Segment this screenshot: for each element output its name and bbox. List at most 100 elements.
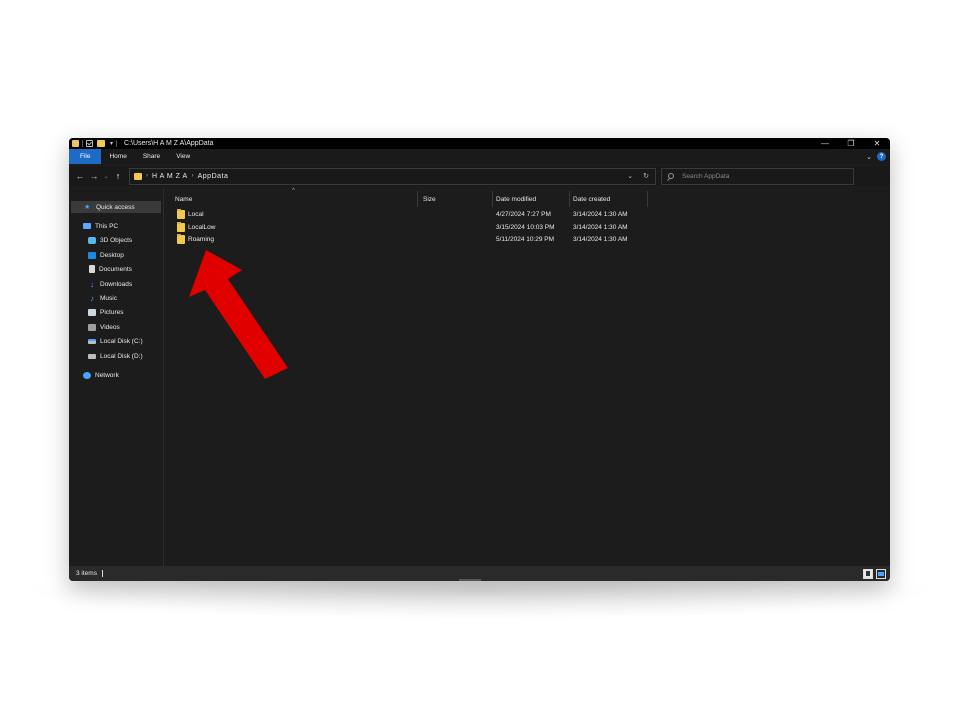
help-icon[interactable]: ?	[877, 152, 886, 161]
title-bar: ▾ C:\Users\H A M Z A\AppData — ❐ ✕	[69, 138, 890, 149]
pictures-icon	[88, 308, 96, 316]
sidebar-item-local-disk-c[interactable]: Local Disk (C:)	[88, 335, 143, 347]
sidebar-item-label: Desktop	[100, 251, 124, 259]
title-separator	[116, 140, 118, 147]
desktop-icon	[88, 251, 96, 259]
star-icon: ★	[84, 204, 91, 211]
window-controls: — ❐ ✕	[812, 138, 890, 149]
sidebar-item-label: Downloads	[100, 280, 133, 288]
row-date-created: 3/14/2024 1:30 AM	[573, 224, 628, 231]
column-divider[interactable]	[417, 191, 418, 207]
column-divider[interactable]	[647, 191, 648, 207]
sidebar-item-label: Network	[95, 371, 119, 379]
column-header-date-created[interactable]: Date created	[573, 192, 610, 206]
navigation-bar: ← → ⌄ ↑ › H A M Z A › AppData ⌄ ↻	[69, 166, 890, 186]
sidebar-item-3d-objects[interactable]: 3D Objects	[88, 234, 132, 246]
sidebar-item-documents[interactable]: Documents	[88, 263, 132, 275]
breadcrumb-hamza[interactable]: H A M Z A	[152, 173, 188, 180]
sidebar-item-label: This PC	[95, 222, 119, 230]
address-folder-icon	[134, 172, 142, 180]
row-name: Roaming	[188, 236, 215, 243]
windows-drive-icon	[88, 338, 96, 344]
view-toggle	[863, 568, 890, 579]
column-header-name[interactable]: Name	[175, 192, 192, 206]
back-button[interactable]: ←	[73, 169, 87, 183]
status-separator	[101, 570, 103, 577]
breadcrumb-separator: ›	[146, 173, 148, 179]
sidebar-item-label: Quick access	[96, 203, 135, 211]
sidebar-item-downloads[interactable]: ↓ Downloads	[88, 278, 132, 290]
item-count: 3 items	[76, 570, 97, 577]
row-date-created: 3/14/2024 1:30 AM	[573, 236, 628, 243]
sidebar-item-label: Documents	[99, 265, 132, 273]
address-history-chevron-icon[interactable]: ⌄	[627, 172, 633, 180]
sidebar-item-videos[interactable]: Videos	[88, 321, 120, 333]
table-row[interactable]: LocalLow 3/15/2024 10:03 PM 3/14/2024 1:…	[165, 222, 665, 234]
breadcrumb-appdata[interactable]: AppData	[198, 173, 229, 180]
refresh-icon[interactable]: ↻	[643, 172, 649, 180]
row-date-modified: 4/27/2024 7:27 PM	[496, 211, 551, 218]
search-icon	[668, 173, 674, 179]
minimize-button[interactable]: —	[812, 138, 838, 149]
sidebar-item-network[interactable]: Network	[83, 369, 119, 381]
sidebar-item-label: Local Disk (C:)	[100, 337, 143, 345]
large-icons-view-button[interactable]	[876, 568, 886, 579]
tab-view[interactable]: View	[168, 149, 198, 164]
sidebar-item-this-pc[interactable]: This PC	[83, 220, 118, 232]
drive-icon	[88, 353, 96, 359]
sidebar-item-quick-access[interactable]: ★ Quick access	[71, 201, 161, 213]
tab-file[interactable]: File	[69, 149, 102, 164]
properties-check-icon[interactable]	[86, 140, 93, 147]
column-divider[interactable]	[492, 191, 493, 207]
row-date-modified: 5/11/2024 10:29 PM	[496, 236, 555, 243]
resize-grip[interactable]	[459, 579, 481, 581]
explorer-app-icon	[72, 140, 79, 147]
network-icon	[83, 371, 91, 379]
address-bar[interactable]: › H A M Z A › AppData ⌄ ↻	[129, 167, 656, 185]
ribbon-right-controls: ⌄ ?	[866, 152, 890, 161]
quick-access-separator	[82, 140, 83, 147]
sidebar-item-label: Pictures	[100, 308, 124, 316]
sidebar-item-label: Local Disk (D:)	[100, 352, 143, 360]
tab-home[interactable]: Home	[101, 149, 134, 164]
forward-button[interactable]: →	[87, 169, 101, 183]
sidebar-item-label: Music	[100, 294, 117, 302]
column-divider[interactable]	[569, 191, 570, 207]
table-row[interactable]: Local 4/27/2024 7:27 PM 3/14/2024 1:30 A…	[165, 209, 665, 221]
file-list: ^ Name Size Date modified Date created L…	[165, 188, 890, 566]
sidebar-item-label: Videos	[100, 323, 120, 331]
table-row[interactable]: Roaming 5/11/2024 10:29 PM 3/14/2024 1:3…	[165, 234, 665, 246]
column-header-size[interactable]: Size	[423, 192, 436, 206]
details-view-icon	[866, 571, 870, 576]
file-explorer-window: ▾ C:\Users\H A M Z A\AppData — ❐ ✕ File …	[69, 138, 890, 581]
sidebar-item-music[interactable]: ♪ Music	[88, 292, 117, 304]
tab-share[interactable]: Share	[135, 149, 168, 164]
row-name: Local	[188, 211, 204, 218]
sidebar-item-local-disk-d[interactable]: Local Disk (D:)	[88, 350, 143, 362]
folder-icon	[177, 209, 185, 219]
recent-locations-chevron-icon[interactable]: ⌄	[101, 169, 111, 183]
download-arrow-icon: ↓	[90, 279, 94, 289]
column-header-date-modified[interactable]: Date modified	[496, 192, 536, 206]
search-box[interactable]	[661, 167, 854, 185]
navigation-pane: ★ Quick access This PC 3D Objects Deskto…	[69, 188, 164, 566]
customize-toolbar-chevron-icon[interactable]: ▾	[110, 140, 113, 147]
up-button[interactable]: ↑	[111, 169, 125, 183]
details-view-button[interactable]	[863, 568, 873, 579]
close-button[interactable]: ✕	[864, 138, 890, 149]
window-title: C:\Users\H A M Z A\AppData	[124, 140, 214, 147]
sidebar-item-pictures[interactable]: Pictures	[88, 306, 123, 318]
ribbon-tabs: File Home Share View ⌄ ?	[69, 149, 890, 164]
maximize-button[interactable]: ❐	[838, 138, 864, 149]
sort-ascending-icon: ^	[292, 188, 295, 194]
breadcrumb-separator: ›	[191, 173, 194, 179]
large-icons-view-icon	[878, 571, 884, 576]
videos-icon	[88, 323, 96, 331]
row-date-modified: 3/15/2024 10:03 PM	[496, 224, 555, 231]
new-folder-icon[interactable]	[97, 140, 105, 147]
search-input[interactable]	[682, 172, 832, 180]
address-controls: ⌄ ↻	[627, 172, 655, 180]
folder-icon	[177, 222, 185, 232]
sidebar-item-desktop[interactable]: Desktop	[88, 249, 124, 261]
expand-ribbon-chevron-icon[interactable]: ⌄	[866, 153, 872, 161]
